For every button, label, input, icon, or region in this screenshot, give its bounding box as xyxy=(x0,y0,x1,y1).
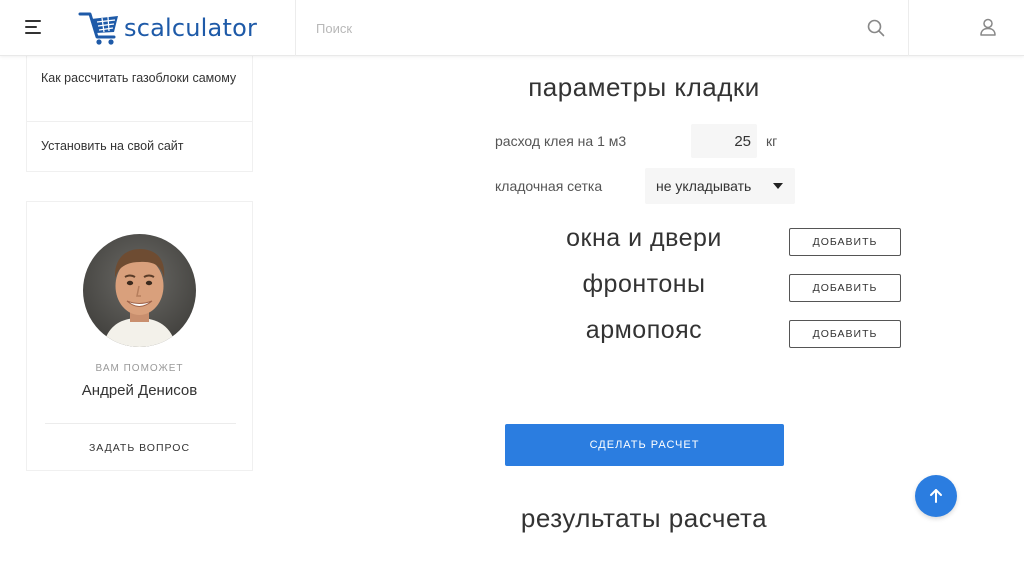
scroll-to-top-button[interactable] xyxy=(915,475,957,517)
header-divider xyxy=(295,0,296,56)
mesh-label: кладочная сетка xyxy=(495,178,603,194)
user-icon[interactable] xyxy=(978,17,998,37)
search-input[interactable] xyxy=(316,16,856,40)
gables-label: фронтоны xyxy=(582,270,706,298)
hamburger-icon[interactable] xyxy=(25,20,43,34)
add-gables-button[interactable]: ДОБАВИТЬ xyxy=(789,274,901,302)
cart-logo-icon xyxy=(78,12,118,45)
glue-input[interactable] xyxy=(691,124,757,158)
helper-caption: ВАМ ПОМОЖЕТ xyxy=(95,363,184,374)
divider xyxy=(45,423,236,424)
helper-card: ВАМ ПОМОЖЕТ Андрей Денисов ЗАДАТЬ ВОПРОС xyxy=(26,201,253,471)
glue-label: расход клея на 1 м3 xyxy=(495,133,627,149)
header: scalculator xyxy=(0,0,1024,56)
results-title: результаты расчета xyxy=(520,503,768,533)
avatar xyxy=(83,234,196,347)
add-reinforced-belt-button[interactable]: ДОБАВИТЬ xyxy=(789,320,901,348)
params-title: параметры кладки xyxy=(528,72,760,102)
mesh-select[interactable]: не укладывать xyxy=(645,168,795,204)
windows-doors-label: окна и двери xyxy=(566,224,722,252)
arrow-up-icon xyxy=(930,489,942,503)
mesh-select-value: не укладывать xyxy=(656,178,752,194)
logo-text: scalculator xyxy=(124,14,258,42)
caret-down-icon xyxy=(773,183,783,189)
search-icon[interactable] xyxy=(866,18,886,38)
calculate-button[interactable]: СДЕЛАТЬ РАСЧЕТ xyxy=(505,424,784,466)
header-divider xyxy=(908,0,909,56)
avatar-image xyxy=(83,234,196,347)
add-windows-doors-button[interactable]: ДОБАВИТЬ xyxy=(789,228,901,256)
ask-question-link[interactable]: ЗАДАТЬ ВОПРОС xyxy=(27,442,252,454)
logo[interactable]: scalculator xyxy=(78,10,257,46)
sidebar-item-how-to-calculate[interactable]: Как рассчитать газоблоки самому xyxy=(27,56,252,122)
sidebar-item-install-widget[interactable]: Установить на свой сайт xyxy=(27,122,252,171)
helper-name: Андрей Денисов xyxy=(81,382,198,399)
reinforced-belt-label: армопояс xyxy=(585,316,703,344)
sidebar-menu: Как рассчитать газоблоки самому Установи… xyxy=(26,56,253,172)
glue-unit: кг xyxy=(766,133,778,149)
